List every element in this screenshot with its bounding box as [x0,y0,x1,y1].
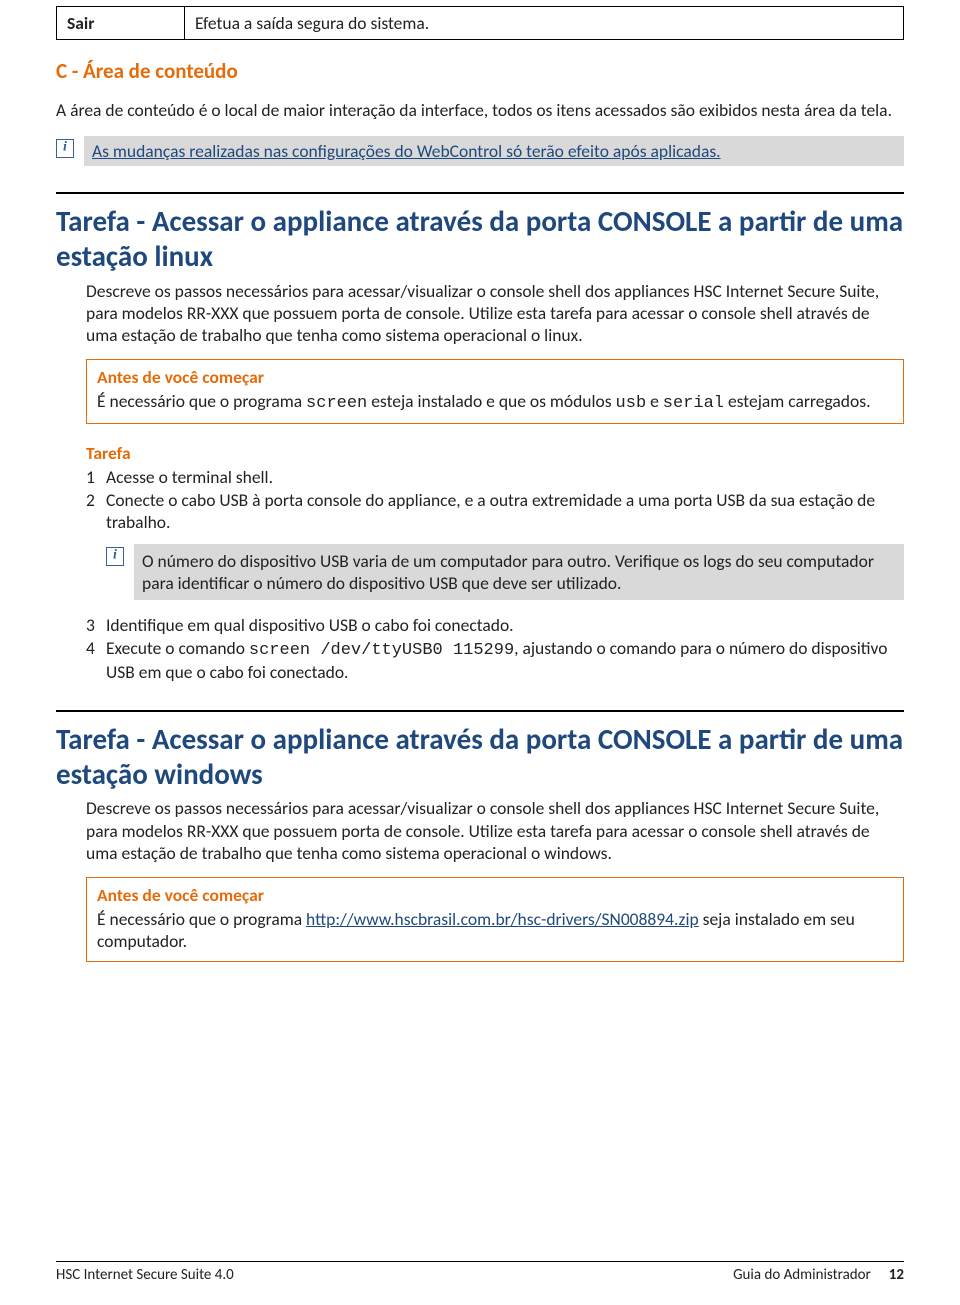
task-linux-steps: 1Acesse o terminal shell. 2Conecte o cab… [86,466,904,533]
step-1: Acesse o terminal shell. [106,466,904,488]
page-footer: HSC Internet Secure Suite 4.0 Guia do Ad… [56,1261,904,1285]
task-windows-before-box: Antes de você começar É necessário que o… [86,877,904,962]
section-c-paragraph: A área de conteúdo é o local de maior in… [56,99,904,121]
divider-2 [56,710,904,712]
driver-link[interactable]: http://www.hscbrasil.com.br/hsc-drivers/… [306,908,699,930]
code-screen-cmd: screen /dev/ttyUSB0 115299 [249,641,514,660]
code-screen: screen [306,394,367,413]
step-4: Execute o comando screen /dev/ttyUSB0 11… [106,637,904,684]
page-content: Sair Efetua a saída segura do sistema. C… [0,0,960,962]
task-windows-title: Tarefa - Acessar o appliance através da … [56,722,904,792]
step-2: Conecte o cabo USB à porta console do ap… [106,489,904,534]
table-sair-key: Sair [57,7,185,40]
before-text-windows: É necessário que o programa http://www.h… [97,908,893,953]
info-icon [56,139,74,158]
task-linux-body: Descreve os passos necessários para aces… [56,280,904,684]
task-linux-desc: Descreve os passos necessários para aces… [86,280,904,347]
task-windows-desc: Descreve os passos necessários para aces… [86,797,904,864]
divider-1 [56,192,904,194]
task-linux-before-box: Antes de você começar É necessário que o… [86,359,904,424]
code-serial: serial [663,394,724,413]
task-windows-body: Descreve os passos necessários para aces… [56,797,904,961]
task-linux-title: Tarefa - Acessar o appliance através da … [56,204,904,274]
footer-left: HSC Internet Secure Suite 4.0 [56,1266,234,1285]
section-c-title: C - Área de conteúdo [56,58,904,85]
code-usb: usb [616,394,647,413]
step-3: Identifique em qual dispositivo USB o ca… [106,614,904,636]
before-title-linux: Antes de você começar [97,366,893,388]
table-sair-desc: Efetua a saída segura do sistema. [185,7,904,40]
info-banner-usb: O número do dispositivo USB varia de um … [134,544,904,601]
before-title-windows: Antes de você começar [97,884,893,906]
info-icon [106,547,124,566]
info-banner-webcontrol: As mudanças realizadas nas configurações… [84,136,904,166]
info-row-usb: O número do dispositivo USB varia de um … [106,544,904,601]
task-linux-steps-2: 3Identifique em qual dispositivo USB o c… [86,614,904,684]
table-sair: Sair Efetua a saída segura do sistema. [56,6,904,40]
tarefa-label-linux: Tarefa [86,442,904,464]
footer-page-number: 12 [889,1266,904,1285]
info-row-webcontrol: As mudanças realizadas nas configurações… [56,136,904,166]
footer-right: Guia do Administrador [733,1266,871,1285]
before-text-linux: É necessário que o programa screen estej… [97,390,893,415]
